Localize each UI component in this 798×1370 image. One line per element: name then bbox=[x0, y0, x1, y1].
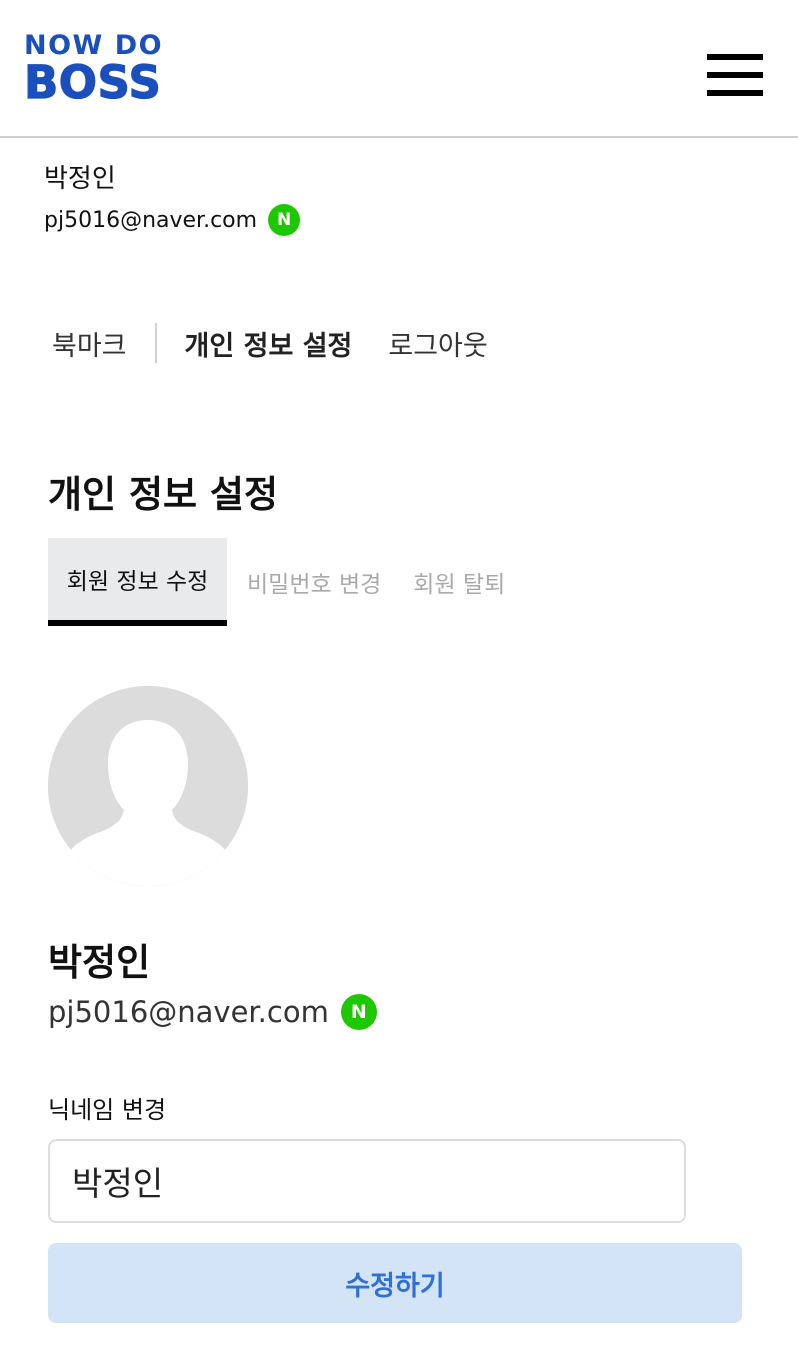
menu-bar bbox=[707, 54, 763, 60]
logo-line-bottom: BOSS bbox=[23, 56, 162, 109]
account-nav: 북마크 개인 정보 설정 로그아웃 bbox=[52, 322, 488, 364]
profile-name: 박정인 bbox=[48, 941, 151, 984]
nickname-input[interactable] bbox=[48, 1139, 686, 1223]
nav-logout-link[interactable]: 로그아웃 bbox=[388, 324, 487, 363]
avatar-silhouette bbox=[48, 686, 248, 886]
submit-nickname-button[interactable]: 수정하기 bbox=[48, 1243, 742, 1323]
page-title: 개인 정보 설정 bbox=[48, 473, 279, 516]
naver-icon: N bbox=[340, 994, 377, 1030]
profile-email-row: pj5016@naver.com N bbox=[48, 994, 377, 1030]
nav-bookmark-link[interactable]: 북마크 bbox=[52, 324, 127, 363]
now-do-boss-logo[interactable]: NOW DO BOSS bbox=[23, 30, 164, 109]
site-header: NOW DO BOSS bbox=[0, 0, 798, 138]
menu-bar bbox=[707, 90, 763, 96]
tab-withdraw[interactable]: 회원 탈퇴 bbox=[403, 538, 515, 626]
nav-profile-settings-link[interactable]: 개인 정보 설정 bbox=[185, 324, 353, 363]
nav-divider bbox=[154, 323, 157, 363]
account-email: pj5016@naver.com bbox=[44, 207, 258, 233]
account-email-row: pj5016@naver.com N bbox=[44, 204, 301, 236]
tab-change-password[interactable]: 비밀번호 변경 bbox=[237, 538, 391, 626]
settings-tabs: 회원 정보 수정 비밀번호 변경 회원 탈퇴 bbox=[48, 538, 515, 626]
tab-edit-member-info[interactable]: 회원 정보 수정 bbox=[48, 538, 227, 626]
default-avatar-icon[interactable] bbox=[48, 686, 248, 886]
nickname-label: 닉네임 변경 bbox=[48, 1096, 167, 1124]
profile-email: pj5016@naver.com bbox=[48, 995, 329, 1029]
account-name: 박정인 bbox=[44, 164, 116, 194]
menu-bar bbox=[707, 72, 763, 78]
hamburger-menu-icon[interactable] bbox=[707, 54, 763, 98]
naver-icon: N bbox=[268, 204, 301, 236]
logo-line-top: NOW DO bbox=[24, 30, 164, 61]
